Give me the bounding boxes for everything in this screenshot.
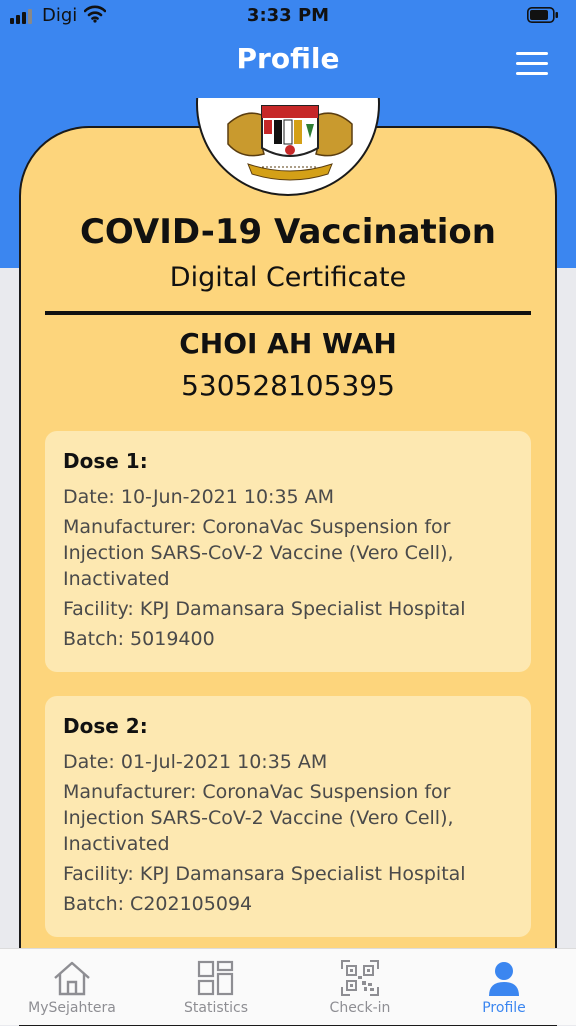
dose-manufacturer: Manufacturer: CoronaVac Suspension for I… (63, 781, 454, 855)
dose-batch: Batch: C202105094 (63, 893, 253, 915)
dose-2-card: Dose 2: Date: 01-Jul-2021 10:35 AM Manuf… (45, 696, 531, 937)
dose-batch: Batch: 5019400 (63, 628, 215, 650)
tab-statistics[interactable]: Statistics (144, 949, 288, 1025)
status-bar: Digi 3:33 PM (0, 0, 576, 32)
person-icon (489, 962, 519, 996)
certificate-subtitle: Digital Certificate (169, 262, 407, 293)
status-time: 3:33 PM (246, 5, 330, 26)
battery-icon (527, 7, 558, 23)
dose-date: Date: 01-Jul-2021 10:35 AM (63, 751, 328, 773)
dose-date: Date: 10-Jun-2021 10:35 AM (63, 486, 335, 508)
qr-scan-icon (341, 960, 379, 996)
dose-heading: Dose 1: (63, 449, 148, 473)
tab-label: MySejahtera (28, 1000, 116, 1016)
page-title: Profile (236, 42, 340, 75)
tab-bar: MySejahtera Statistics Check-in Profile (0, 948, 576, 1025)
title-divider (45, 311, 531, 315)
certificate-title: COVID-19 Vaccination (79, 212, 496, 252)
tab-label: Statistics (184, 1000, 248, 1016)
dose-facility: Facility: KPJ Damansara Specialist Hospi… (63, 863, 466, 885)
dose-manufacturer: Manufacturer: CoronaVac Suspension for I… (63, 516, 454, 590)
home-icon (54, 961, 90, 996)
statistics-grid-icon (197, 960, 234, 996)
holder-name: CHOI AH WAH (179, 327, 397, 360)
dose-heading: Dose 2: (63, 714, 148, 738)
tab-label: Check-in (329, 1000, 391, 1016)
dose-facility: Facility: KPJ Damansara Specialist Hospi… (63, 598, 466, 620)
tab-label: Profile (482, 1000, 526, 1016)
tab-profile[interactable]: Profile (432, 949, 576, 1025)
tab-check-in[interactable]: Check-in (288, 949, 432, 1025)
hamburger-menu-icon[interactable] (516, 52, 548, 76)
dose-1-card: Dose 1: Date: 10-Jun-2021 10:35 AM Manuf… (45, 431, 531, 672)
coat-of-arms-emblem (196, 98, 380, 196)
coat-of-arms-icon (227, 105, 353, 181)
tab-mysejahtera[interactable]: MySejahtera (0, 949, 144, 1025)
holder-id-number: 530528105395 (181, 369, 395, 402)
